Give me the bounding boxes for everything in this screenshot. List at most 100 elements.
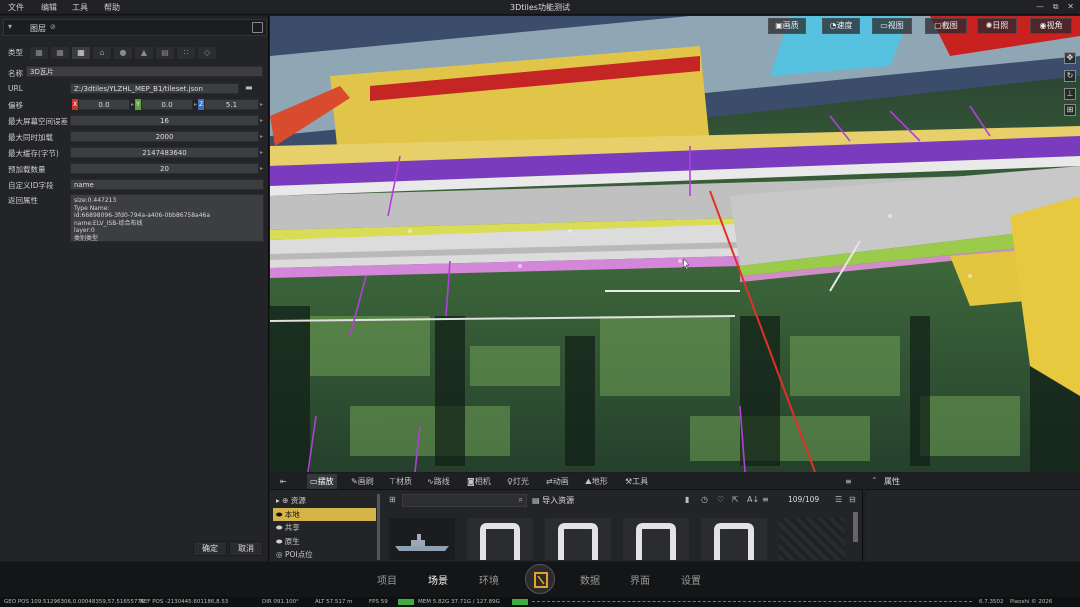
- tab-route[interactable]: ∿路线: [427, 474, 450, 489]
- list-menu-icon[interactable]: ≡: [845, 474, 852, 489]
- camera-icon: ◙: [467, 477, 475, 486]
- nav-project[interactable]: 项目: [377, 572, 397, 587]
- collapse-icon[interactable]: ⇤: [280, 474, 287, 489]
- tab-terrain[interactable]: ⛰地形: [585, 474, 608, 489]
- speed-button[interactable]: ◔速度: [822, 18, 860, 34]
- thumbs-scrollbar[interactable]: [853, 512, 858, 542]
- tab-animation[interactable]: ⇄动画: [546, 474, 569, 489]
- cube-icon[interactable]: ◇: [197, 46, 217, 60]
- move-icon[interactable]: ✥: [1064, 52, 1076, 64]
- tab-light[interactable]: ♀灯光: [507, 474, 529, 489]
- align-icon[interactable]: ⊥: [1064, 88, 1076, 100]
- resource-thumbnail[interactable]: [779, 518, 845, 560]
- list-view-icon[interactable]: ☰: [835, 495, 842, 504]
- tab-tools[interactable]: ⚒工具: [625, 474, 648, 489]
- tab-place[interactable]: ▭摆放: [307, 474, 337, 489]
- max-sse-field[interactable]: 16: [70, 115, 259, 126]
- folder-icon[interactable]: ▬: [245, 83, 253, 92]
- chevron-down-icon[interactable]: ▾: [8, 22, 18, 33]
- nav-settings[interactable]: 设置: [681, 572, 701, 587]
- tree-item-shared[interactable]: ⬬ 共享: [273, 521, 376, 534]
- app-logo-button[interactable]: [525, 564, 555, 594]
- screenshot-button[interactable]: ▢截图: [925, 18, 967, 34]
- building-icon[interactable]: ⌂: [92, 46, 112, 60]
- offset-z-field[interactable]: 5.1: [204, 99, 259, 110]
- tab-camera[interactable]: ◙相机: [467, 474, 491, 489]
- image-quality-button[interactable]: ▣画质: [768, 18, 806, 34]
- sort-icon[interactable]: ≡: [762, 495, 769, 504]
- stepper-icon[interactable]: ▸: [260, 163, 263, 174]
- tab-material[interactable]: ⊤材质: [389, 474, 412, 489]
- stepper-icon[interactable]: ▸: [260, 99, 263, 110]
- nav-scene[interactable]: 场景: [428, 572, 448, 587]
- rotate-icon[interactable]: ↻: [1064, 70, 1076, 82]
- memory-meter: [512, 599, 528, 605]
- offset-x-field[interactable]: 0.0: [78, 99, 130, 110]
- stepper-icon[interactable]: ▸: [260, 115, 263, 126]
- chevron-up-icon[interactable]: ⌃: [871, 476, 878, 485]
- 3d-viewport[interactable]: ▣画质 ◔速度 ▭视图 ▢截图 ✺日照 ◉视角 ✥ ↻ ⊥ ⊞: [270, 16, 1080, 472]
- menu-file[interactable]: 文件: [8, 2, 24, 13]
- attr-line: name:ELV_ISB-综合布线: [74, 219, 143, 227]
- sunlight-button[interactable]: ✺日照: [977, 18, 1017, 34]
- nav-data[interactable]: 数据: [580, 572, 600, 587]
- grid-view-icon[interactable]: ⊟: [849, 495, 856, 504]
- resource-thumbnail[interactable]: [389, 518, 455, 560]
- menu-tools[interactable]: 工具: [72, 2, 88, 13]
- max-concurrent-field[interactable]: 2000: [70, 131, 259, 142]
- terrain-icon[interactable]: ▲: [134, 46, 154, 60]
- grid-large-icon[interactable]: ▦: [71, 46, 91, 60]
- history-icon[interactable]: ◷: [701, 495, 708, 504]
- heart-icon[interactable]: ♡: [717, 495, 724, 504]
- tree-toggle-icon[interactable]: ⊞: [389, 495, 396, 504]
- ok-button[interactable]: 确定: [193, 541, 227, 556]
- url-field[interactable]: Z:/3dtiles/YLZHL_MEP_B1/tileset.json: [70, 83, 239, 94]
- pin-type-icon[interactable]: ●: [113, 46, 133, 60]
- animation-icon: ⇄: [546, 477, 553, 486]
- resource-thumbnail[interactable]: [545, 518, 611, 560]
- stepper-icon[interactable]: ▸: [260, 147, 263, 158]
- close-icon[interactable]: ✕: [1067, 2, 1074, 13]
- grid-toggle-icon[interactable]: ⊞: [1064, 104, 1076, 116]
- pin-icon[interactable]: ⊘: [50, 23, 56, 31]
- stepper-icon[interactable]: ▸: [194, 99, 197, 110]
- nav-environment[interactable]: 环境: [479, 572, 499, 587]
- grid-small-icon[interactable]: ▦: [29, 46, 49, 60]
- tree-item-native[interactable]: ⬬ 原生: [273, 535, 376, 548]
- tab-brush[interactable]: ✎画刷: [351, 474, 374, 489]
- view-button[interactable]: ▭视图: [872, 18, 912, 34]
- trash-icon[interactable]: ▮: [685, 495, 689, 504]
- grid-icon[interactable]: ▦: [50, 46, 70, 60]
- minimize-icon[interactable]: —: [1036, 2, 1044, 13]
- menu-help[interactable]: 帮助: [104, 2, 120, 13]
- dots-icon[interactable]: ∷: [176, 46, 196, 60]
- resource-thumbnail[interactable]: [701, 518, 767, 560]
- custom-id-field[interactable]: name: [70, 179, 264, 190]
- resource-search[interactable]: ⌕: [402, 494, 527, 507]
- tree-item-poi[interactable]: ◎ POI点位: [273, 548, 376, 561]
- tree-item-resources[interactable]: ▸ ⊕ 资源: [273, 494, 376, 507]
- import-resource-button[interactable]: ▤ 导入资源: [532, 495, 574, 506]
- camera-view-button[interactable]: ◉视角: [1030, 18, 1072, 34]
- name-field[interactable]: 3D瓦片: [26, 66, 263, 77]
- nav-interface[interactable]: 界面: [630, 572, 650, 587]
- resource-thumbnail[interactable]: [623, 518, 689, 560]
- return-attr-textarea[interactable]: size:0.447213 Type Name: id:66898096-3fd…: [70, 194, 264, 242]
- preload-field[interactable]: 20: [70, 163, 259, 174]
- image-quality-icon: ▣: [775, 21, 783, 30]
- tree-scrollbar[interactable]: [377, 494, 380, 560]
- max-cache-field[interactable]: 2147483640: [70, 147, 259, 158]
- resource-thumbnail[interactable]: [467, 518, 533, 560]
- stepper-icon[interactable]: ▸: [131, 99, 134, 110]
- tree-item-local[interactable]: ⬬ 本地: [273, 508, 376, 521]
- offset-y-field[interactable]: 0.0: [141, 99, 193, 110]
- sort-az-icon[interactable]: A↓: [747, 495, 759, 504]
- panel-menu-icon[interactable]: [252, 22, 263, 33]
- tiles-icon[interactable]: ▤: [155, 46, 175, 60]
- expand-icon[interactable]: ▸ ⊕: [276, 496, 291, 505]
- stepper-icon[interactable]: ▸: [260, 131, 263, 142]
- menu-edit[interactable]: 编辑: [41, 2, 57, 13]
- export-icon[interactable]: ⇱: [732, 495, 739, 504]
- restore-icon[interactable]: ⧉: [1053, 2, 1059, 13]
- cancel-button[interactable]: 取消: [229, 541, 263, 556]
